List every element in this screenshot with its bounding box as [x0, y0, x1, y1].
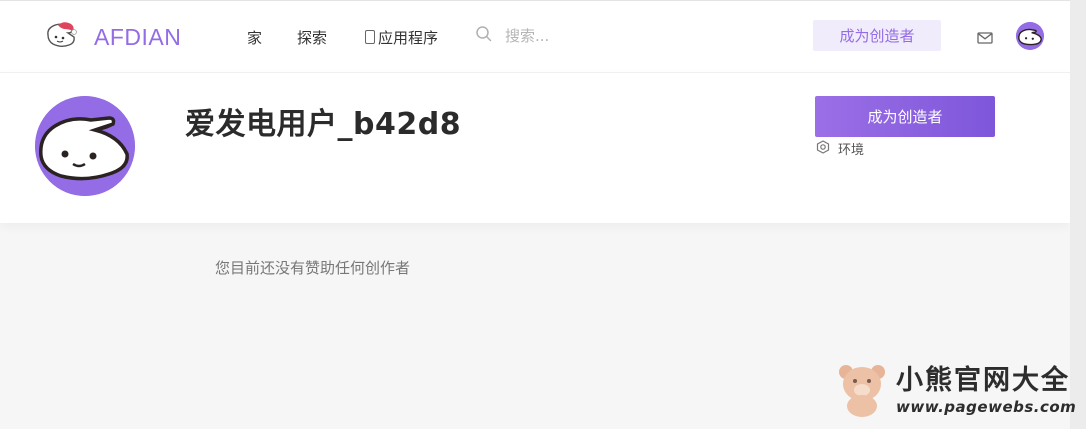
hexagon-gear-icon	[816, 139, 830, 158]
become-creator-button[interactable]: 成为创造者	[815, 96, 995, 137]
user-avatar-small[interactable]	[1016, 22, 1044, 50]
mail-icon[interactable]	[977, 29, 993, 48]
phone-icon	[365, 30, 375, 44]
bear-logo-icon	[836, 360, 888, 422]
environment-link[interactable]: 环境	[816, 139, 864, 158]
empty-sponsorship-message: 您目前还没有赞助任何创作者	[215, 259, 411, 277]
nav-explore[interactable]: 探索	[297, 27, 327, 48]
afdian-logo-icon	[44, 21, 80, 53]
nav-app[interactable]: 应用程序	[365, 27, 438, 48]
watermark: 小熊官网大全 www.pagewebs.com	[836, 360, 1076, 422]
become-creator-button-top[interactable]: 成为创造者	[813, 20, 941, 51]
environment-label: 环境	[838, 143, 865, 158]
logo-text: AFDIAN	[94, 23, 182, 50]
profile-avatar	[35, 96, 135, 196]
username: 爱发电用户_b42d8	[185, 107, 462, 142]
watermark-url: www.pagewebs.com	[896, 398, 1077, 416]
nav-app-label: 应用程序	[378, 29, 439, 47]
profile-header: 爱发电用户_b42d8 成为创造者 环境	[0, 72, 1070, 223]
nav-home[interactable]: 家	[247, 27, 262, 48]
watermark-title: 小熊官网大全	[896, 365, 1070, 396]
search-box	[475, 25, 655, 47]
logo[interactable]: AFDIAN	[44, 21, 181, 53]
search-input[interactable]	[505, 27, 655, 45]
search-icon[interactable]	[475, 25, 493, 47]
top-navigation-bar: AFDIAN 家 探索 应用程序 成为创造者	[0, 0, 1070, 73]
